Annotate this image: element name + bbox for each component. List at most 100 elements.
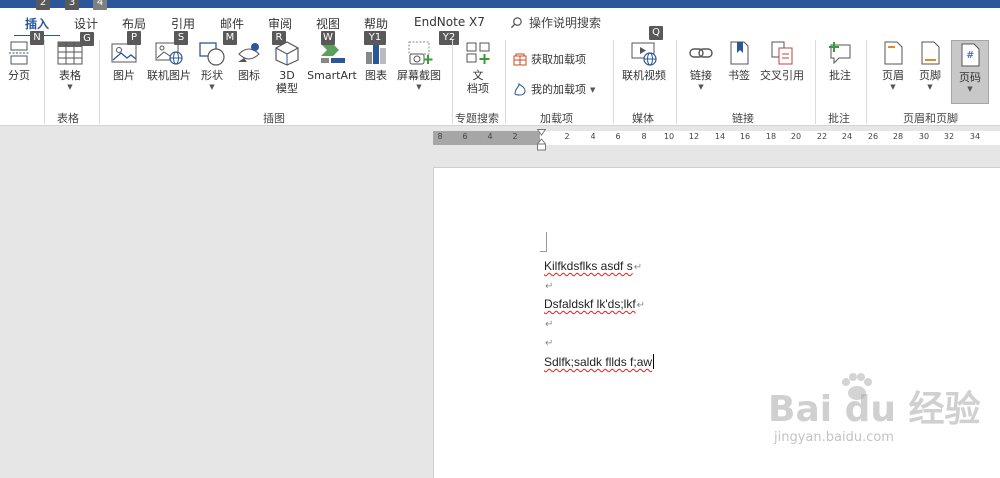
get-addins-label: 获取加载项 <box>531 53 586 66</box>
keytip: Y2 <box>439 31 459 45</box>
horizontal-ruler[interactable]: 8 6 4 2 2 4 6 8 10 12 14 16 18 20 22 24 … <box>433 131 1000 145</box>
smartart-button[interactable]: SmartArt <box>306 40 358 82</box>
ruler-number: 26 <box>867 132 879 141</box>
ruler-number: 6 <box>462 132 468 141</box>
table-button[interactable]: 表格 ▼ <box>52 40 88 91</box>
chart-label: 图表 <box>365 69 387 82</box>
document-item-label-line2: 档项 <box>467 82 489 95</box>
page-break-button[interactable]: 分页 <box>4 40 34 82</box>
group-separator <box>505 40 506 124</box>
group-label-comments: 批注 <box>828 112 850 125</box>
page-break-label: 分页 <box>8 69 30 82</box>
tab-view[interactable]: 视图 <box>316 15 340 32</box>
indent-marker-icon[interactable] <box>537 129 546 151</box>
store-icon <box>513 53 527 66</box>
document-line-empty[interactable]: ↵ <box>544 335 553 349</box>
link-label: 链接 <box>690 69 712 82</box>
3d-models-button[interactable]: 3D 模型 <box>270 40 304 95</box>
ribbon: 分页 N 表格 ▼ G 表格 图片 P 联机图片 S 形状 ▼ M 图标 R 3… <box>0 26 1000 126</box>
baidu-watermark: Bai du 经验 jingyan.baidu.com <box>760 372 1000 472</box>
online-video-button[interactable]: 联机视频 <box>618 40 670 82</box>
dropdown-caret-icon: ▼ <box>698 83 704 91</box>
new-comment-button[interactable]: 批注 <box>822 40 858 82</box>
ruler-number: 30 <box>918 132 930 141</box>
online-video-label: 联机视频 <box>622 69 666 82</box>
cross-reference-button[interactable]: 交叉引用 <box>758 40 806 82</box>
watermark-url: jingyan.baidu.com <box>774 430 894 445</box>
document-line-empty[interactable]: ↵ <box>544 278 553 292</box>
ruler-number: 20 <box>790 132 802 141</box>
my-addins-button[interactable]: 我的加载项 ▼ <box>513 81 595 97</box>
document-line-3[interactable]: Sdlfk;saldk fllds f;aw <box>544 354 655 369</box>
document-line-empty[interactable]: ↵ <box>544 316 553 330</box>
my-addins-icon <box>514 82 526 96</box>
shapes-button[interactable]: 形状 ▼ <box>196 40 228 91</box>
page-number-button[interactable]: # 页码 ▼ <box>951 40 989 104</box>
ruler-number: 12 <box>688 132 700 141</box>
footer-button[interactable]: 页脚 ▼ <box>913 40 947 91</box>
title-bar <box>0 0 1000 8</box>
screenshot-label: 屏幕截图 <box>397 69 441 82</box>
keytip: 3 <box>65 0 79 10</box>
dropdown-caret-icon: ▼ <box>209 83 215 91</box>
dropdown-caret-icon: ▼ <box>590 85 596 94</box>
paragraph-mark: ↵ <box>636 300 646 311</box>
tab-insert[interactable]: 插入 <box>25 15 49 32</box>
keytip: G <box>80 32 94 46</box>
header-button[interactable]: 页眉 ▼ <box>876 40 910 91</box>
group-separator <box>452 40 453 124</box>
keytip: 4 <box>93 0 107 10</box>
document-item-button[interactable]: 文 档项 <box>460 40 496 95</box>
tab-design[interactable]: 设计 <box>74 15 98 32</box>
group-separator <box>99 40 100 124</box>
online-video-icon <box>631 42 657 66</box>
group-label-links: 链接 <box>732 112 754 125</box>
picture-label: 图片 <box>113 69 135 82</box>
tab-review[interactable]: 审阅 <box>268 15 292 32</box>
document-line-2[interactable]: Dsfaldskf lk'ds;lkf↵ <box>544 297 645 311</box>
group-label-tables: 表格 <box>57 112 79 125</box>
get-addins-button[interactable]: 获取加载项 <box>513 51 586 67</box>
tab-endnote[interactable]: EndNote X7 <box>414 15 485 29</box>
picture-button[interactable]: 图片 <box>108 40 140 82</box>
search-icon <box>510 17 522 29</box>
tab-layout[interactable]: 布局 <box>122 15 146 32</box>
tell-me-search[interactable]: 操作说明搜索 <box>510 14 601 31</box>
link-icon <box>689 48 713 58</box>
online-picture-button[interactable]: 联机图片 <box>142 40 196 82</box>
screenshot-icon <box>408 41 433 65</box>
group-separator <box>613 40 614 124</box>
ruler-number: 10 <box>663 132 675 141</box>
bookmark-label: 书签 <box>728 69 750 82</box>
keytip: Y1 <box>364 31 386 45</box>
header-label: 页眉 <box>882 69 904 82</box>
link-button[interactable]: 链接 ▼ <box>684 40 718 91</box>
icons-button[interactable]: 图标 <box>233 40 265 82</box>
keytip: S <box>174 31 188 45</box>
keytip: Q <box>649 26 663 40</box>
page-number-label: 页码 <box>959 71 981 84</box>
svg-text:#: # <box>966 50 974 61</box>
screenshot-button[interactable]: 屏幕截图 ▼ <box>395 40 443 91</box>
keytip: P <box>127 31 141 45</box>
my-addins-label: 我的加载项 <box>531 83 586 96</box>
document-line-1[interactable]: Kilfkdsflks asdf s↵ <box>544 259 642 273</box>
dropdown-caret-icon: ▼ <box>416 83 422 91</box>
chart-button[interactable]: 图表 <box>361 40 391 82</box>
ruler-area: 8 6 4 2 2 4 6 8 10 12 14 16 18 20 22 24 … <box>0 127 1000 151</box>
search-label: 操作说明搜索 <box>529 16 602 30</box>
text-cursor <box>653 354 655 369</box>
3d-models-label-line1: 3D <box>279 69 295 82</box>
ruler-number: 2 <box>512 132 518 141</box>
dropdown-caret-icon: ▼ <box>890 83 896 91</box>
ruler-number: 8 <box>641 132 647 141</box>
smartart-label: SmartArt <box>307 69 357 82</box>
comment-icon <box>829 42 851 65</box>
tab-mailings[interactable]: 邮件 <box>220 15 244 32</box>
tab-references[interactable]: 引用 <box>171 15 195 32</box>
tab-help[interactable]: 帮助 <box>364 15 388 32</box>
online-picture-label: 联机图片 <box>147 69 191 82</box>
group-label-topic-search: 专题搜索 <box>455 112 499 125</box>
ruler-number: 24 <box>841 132 853 141</box>
bookmark-button[interactable]: 书签 <box>722 40 756 82</box>
